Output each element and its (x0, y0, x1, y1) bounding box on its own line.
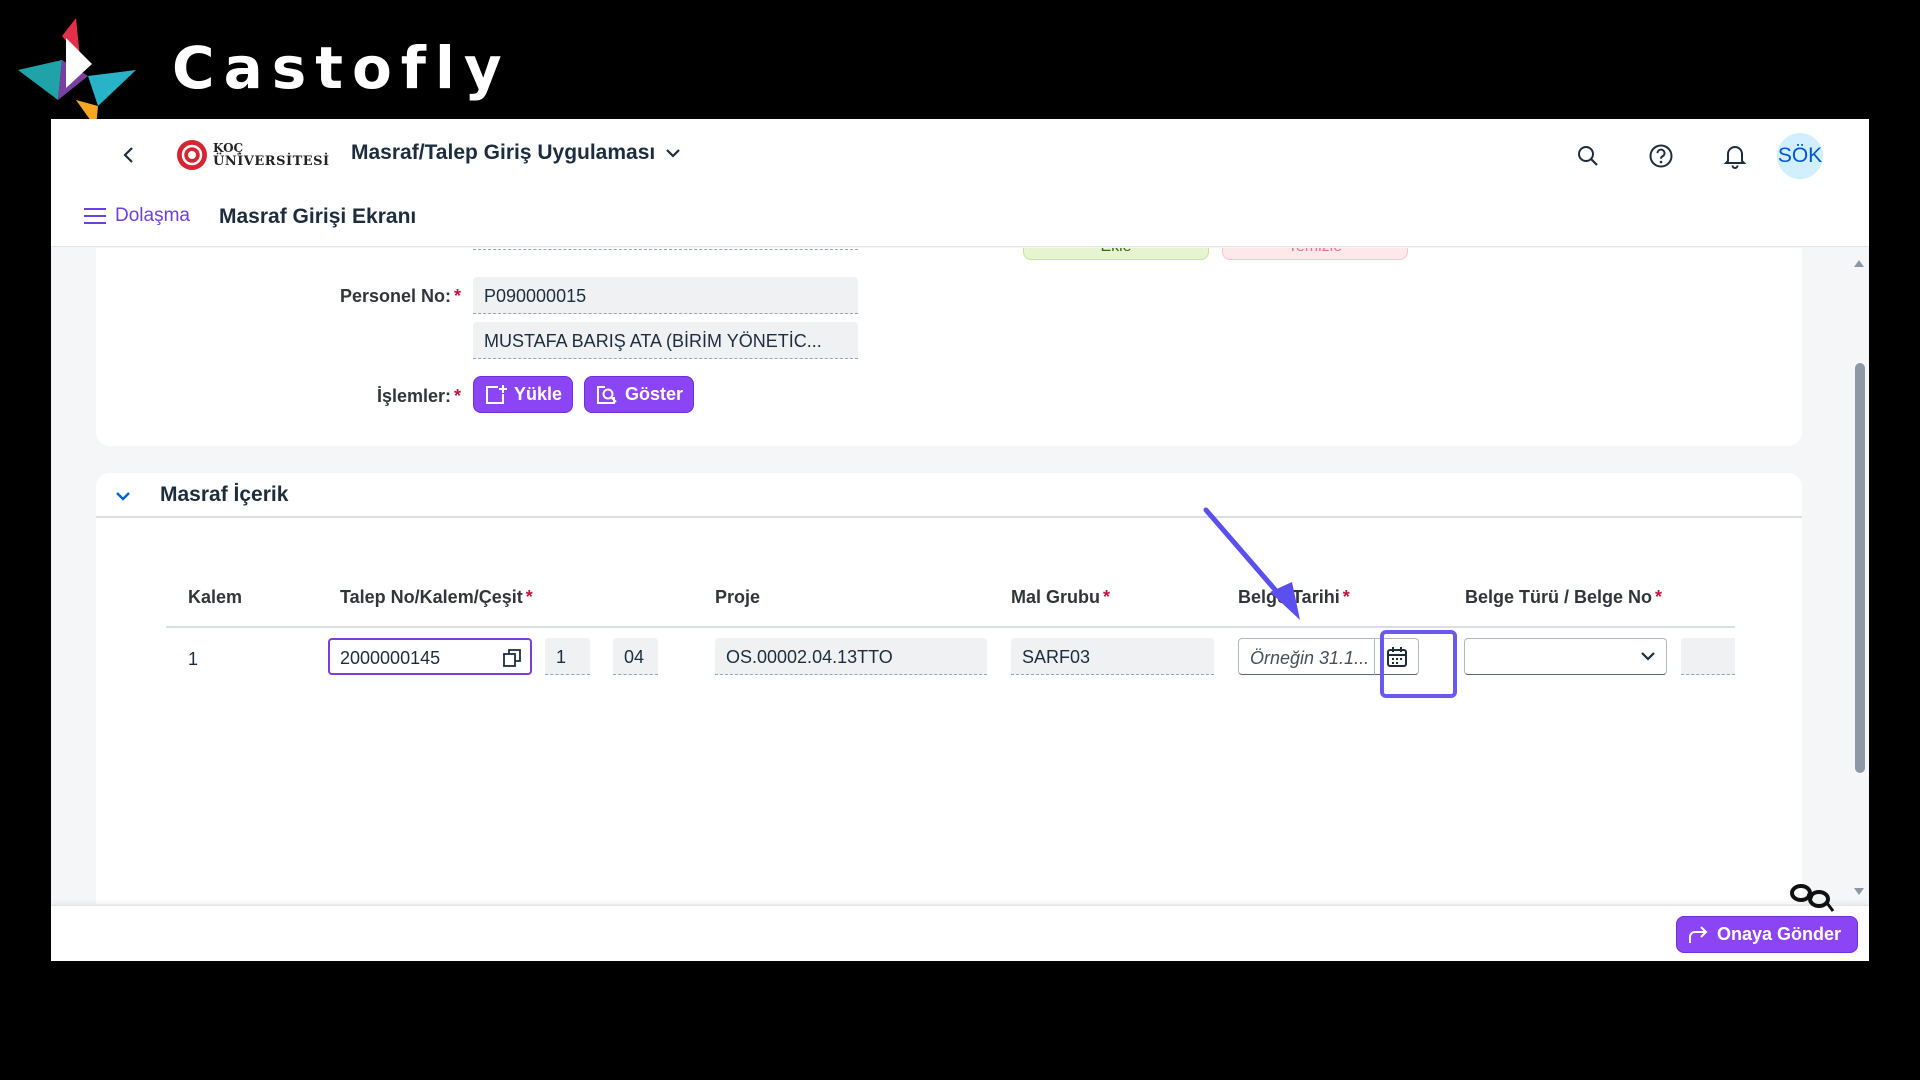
send-for-approval-label: Onaya Gönder (1717, 924, 1842, 944)
bell-icon (1723, 146, 1747, 169)
chevron-down-icon (1641, 652, 1655, 661)
field-bottom-edge (473, 249, 858, 250)
page-subheader: Dolaşma Masraf Girişi Ekranı (51, 191, 1869, 247)
chevron-down-icon[interactable] (112, 485, 134, 507)
date-picker-button[interactable] (1374, 638, 1419, 675)
personnel-card: Ekle Temizle Personel No:* P090000015 MU… (96, 248, 1802, 446)
belge-tarihi-input[interactable]: Örneğin 31.1... (1238, 638, 1374, 675)
search-icon (1578, 146, 1598, 166)
column-header-belge-tarihi: Belge Tarihi * (1238, 587, 1350, 607)
column-header-mal-grubu: Mal Grubu * (1011, 587, 1111, 607)
app-window: KOÇ ÜNİVERSİTESİ Masraf/Talep Giriş Uygu… (51, 119, 1869, 961)
column-header-belge-turu: Belge Türü / Belge No * (1465, 587, 1663, 607)
copy-icon[interactable] (502, 648, 522, 668)
navigation-toggle[interactable]: Dolaşma (83, 205, 190, 227)
talep-no-input[interactable]: 2000000145 (328, 638, 532, 675)
help-icon (1649, 144, 1673, 168)
column-header-talep: Talep No/Kalem/Çeşit * (340, 587, 533, 607)
upload-label: Yükle (514, 384, 563, 404)
user-avatar[interactable]: SÖK (1777, 133, 1823, 179)
scrollbar-thumb[interactable] (1855, 363, 1865, 773)
table-header-divider (166, 626, 1735, 628)
app-title: Masraf/Talep Giriş Uygulaması (351, 141, 656, 164)
document-search-icon (597, 385, 617, 404)
clear-button-label: Temizle (1288, 248, 1342, 256)
kalem-no-field[interactable]: 1 (545, 638, 590, 675)
castofly-logo-icon (18, 18, 136, 128)
proje-field[interactable]: OS.00002.04.13TTO (715, 638, 987, 675)
kalem-cell: 1 (188, 649, 199, 669)
show-label: Göster (625, 384, 684, 404)
castofly-brand: Castofly (18, 18, 511, 128)
column-header-proje: Proje (715, 587, 761, 607)
navigation-label: Dolaşma (115, 205, 190, 226)
personnel-no-field[interactable]: P090000015 (473, 277, 858, 314)
main-content: Ekle Temizle Personel No:* P090000015 MU… (51, 248, 1869, 904)
logo-line-2: ÜNİVERSİTESİ (213, 154, 330, 169)
forward-arrow-icon (1689, 925, 1708, 943)
belge-no-field[interactable] (1681, 638, 1735, 675)
section-header: Masraf İçerik (96, 473, 1802, 518)
mal-grubu-field[interactable]: SARF03 (1011, 638, 1214, 675)
koc-university-logo[interactable]: KOÇ ÜNİVERSİTESİ (175, 138, 330, 172)
section-title: Masraf İçerik (160, 483, 289, 506)
add-button-label: Ekle (1100, 248, 1131, 256)
app-title-menu[interactable]: Masraf/Talep Giriş Uygulaması (351, 141, 681, 165)
belge-turu-select[interactable] (1464, 638, 1667, 675)
scroll-down-arrow-icon[interactable] (1853, 886, 1865, 898)
add-button[interactable]: Ekle (1023, 248, 1209, 260)
personnel-name-field[interactable]: MUSTAFA BARIŞ ATA (BİRİM YÖNETİC... (473, 322, 858, 359)
talep-no-value: 2000000145 (340, 648, 441, 668)
shell-bar: KOÇ ÜNİVERSİTESİ Masraf/Talep Giriş Uygu… (51, 119, 1869, 191)
chevron-left-icon (123, 147, 133, 163)
send-for-approval-button[interactable]: Onaya Gönder (1676, 916, 1858, 953)
hamburger-menu-icon (84, 208, 106, 224)
show-button[interactable]: Göster (584, 376, 695, 413)
scroll-up-arrow-icon[interactable] (1853, 257, 1865, 269)
clear-button[interactable]: Temizle (1222, 248, 1408, 260)
calendar-icon (1386, 646, 1407, 667)
operations-label: İşlemler: * (376, 386, 461, 406)
notifications-button[interactable] (1721, 142, 1749, 170)
back-button[interactable] (115, 141, 143, 169)
castofly-wordmark: Castofly (172, 34, 511, 102)
upload-add-icon (486, 384, 507, 404)
footer-toolbar: Onaya Gönder (51, 905, 1869, 961)
help-button[interactable] (1647, 142, 1675, 170)
expense-content-card: Masraf İçerik Kalem Talep No/Kalem/Çeşit… (96, 473, 1802, 904)
search-button[interactable] (1574, 142, 1602, 170)
koc-emblem-icon (177, 140, 207, 170)
personnel-label: Personel No: * (339, 286, 461, 306)
chevron-down-icon (666, 149, 681, 158)
assistant-robot-icon[interactable] (1787, 881, 1837, 921)
upload-button[interactable]: Yükle (473, 376, 574, 413)
page-title: Masraf Girişi Ekranı (219, 205, 417, 228)
cesit-field[interactable]: 04 (613, 638, 658, 675)
column-header-kalem: Kalem (188, 587, 243, 607)
screen: Castofly KOÇ ÜNİVERSİTESİ Masraf/Talep G… (0, 0, 1920, 1080)
